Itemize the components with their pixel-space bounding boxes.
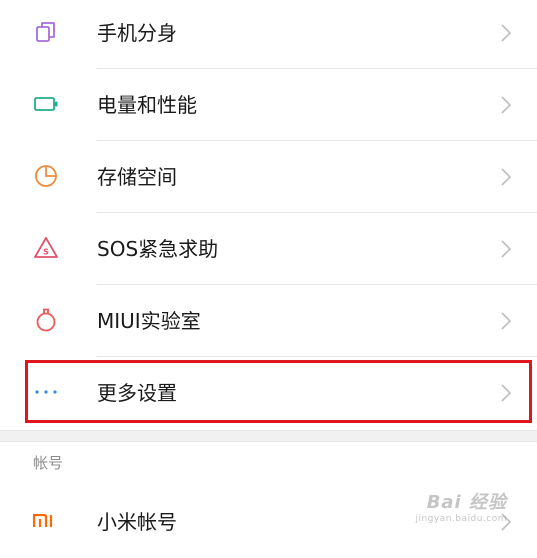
settings-item-label: 更多设置 <box>97 381 177 405</box>
watermark-logo: Bai 经验 <box>426 492 507 513</box>
sos-warning-icon: S <box>33 235 59 261</box>
storage-pie-icon <box>33 163 59 189</box>
battery-icon <box>33 91 59 117</box>
settings-item-battery[interactable]: 电量和性能 <box>0 69 537 141</box>
settings-item-label: MIUI实验室 <box>97 309 201 333</box>
lab-flask-icon <box>33 307 59 333</box>
chevron-right-icon <box>500 311 512 331</box>
settings-item-label: SOS紧急求助 <box>97 237 219 261</box>
settings-item-more-settings[interactable]: 更多设置 <box>0 357 537 429</box>
watermark: Bai 经验 jingyan.baidu.com <box>415 488 507 524</box>
settings-item-storage[interactable]: 存储空间 <box>0 141 537 213</box>
chevron-right-icon <box>500 95 512 115</box>
section-title-account: 帐号 <box>33 454 64 472</box>
more-dots-icon <box>33 379 59 405</box>
settings-item-label: 小米帐号 <box>97 510 177 534</box>
chevron-right-icon <box>500 167 512 187</box>
settings-item-miui-lab[interactable]: MIUI实验室 <box>0 285 537 357</box>
chevron-right-icon <box>500 383 512 403</box>
mi-logo-icon <box>32 513 55 527</box>
settings-item-label: 电量和性能 <box>97 93 197 117</box>
settings-item-dual-apps[interactable]: 手机分身 <box>0 0 537 69</box>
chevron-right-icon <box>500 23 512 43</box>
watermark-url: jingyan.baidu.com <box>415 514 507 524</box>
svg-text:S: S <box>43 248 49 257</box>
dual-apps-icon <box>33 19 59 45</box>
settings-item-label: 手机分身 <box>97 21 177 45</box>
section-separator <box>0 430 537 442</box>
chevron-right-icon <box>500 239 512 259</box>
settings-item-label: 存储空间 <box>97 165 177 189</box>
settings-item-sos[interactable]: S SOS紧急求助 <box>0 213 537 285</box>
